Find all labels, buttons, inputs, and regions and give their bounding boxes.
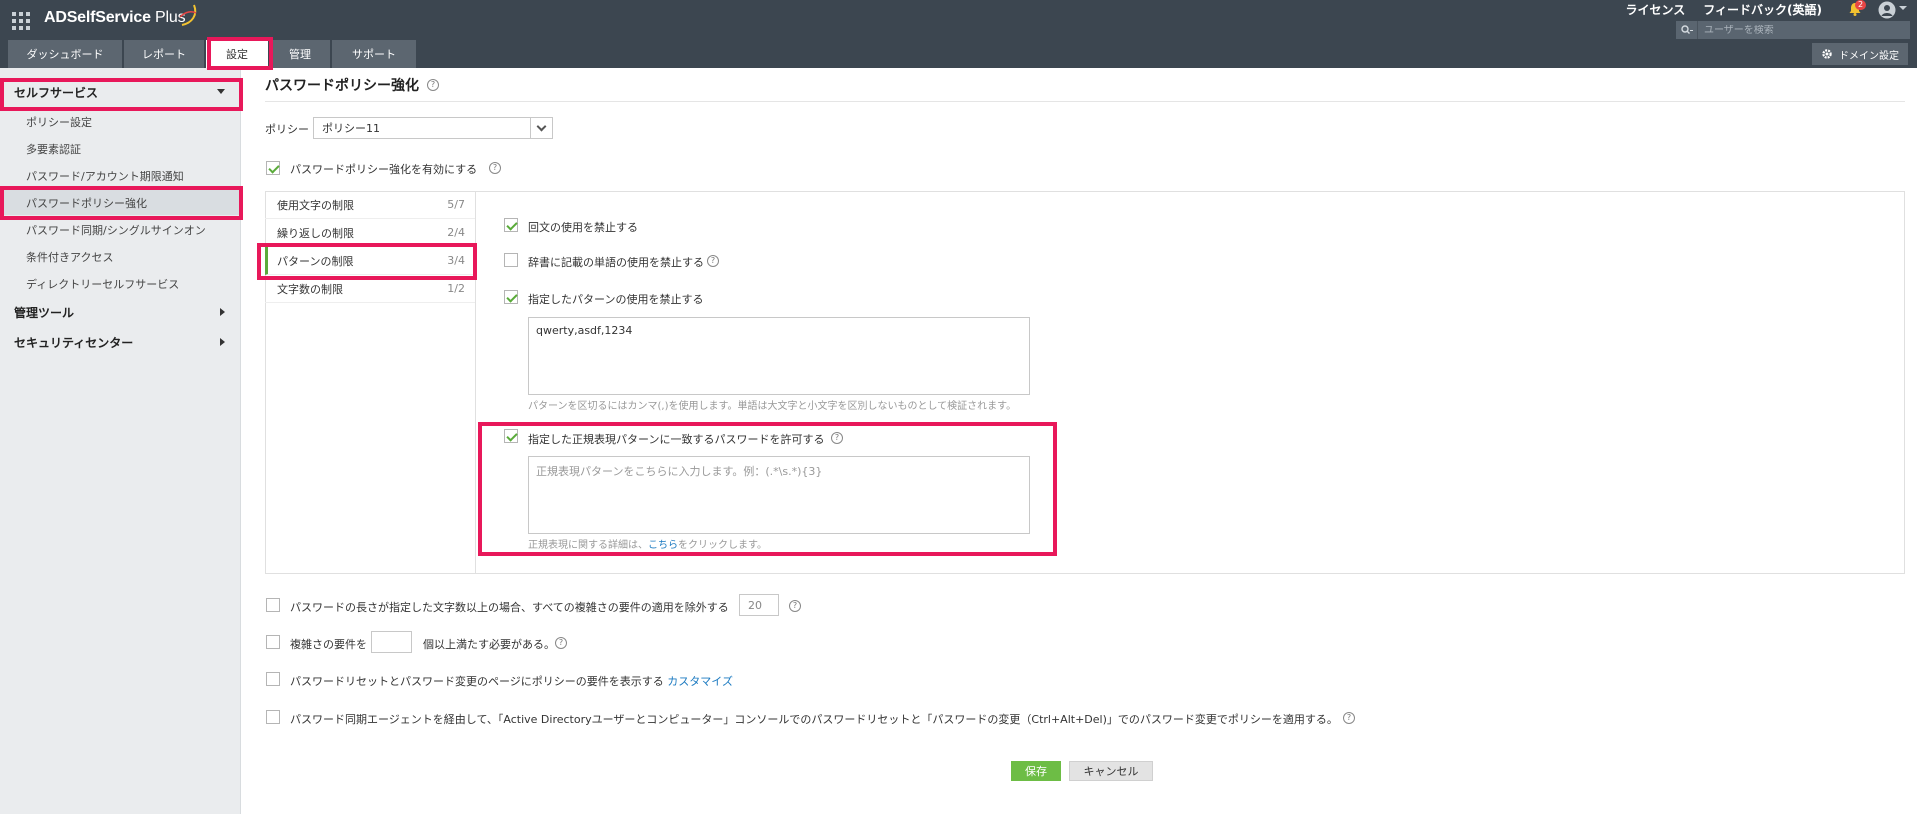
rule-nav-label: 使用文字の制限 (277, 198, 354, 212)
page-title: パスワードポリシー強化 ? (265, 75, 439, 95)
sidebar-group-label: 管理ツール (14, 305, 75, 320)
sidebar-item-password-policy[interactable]: パスワードポリシー強化 (0, 190, 241, 215)
complexity-prefix-label: 複雑さの要件を (290, 638, 367, 651)
rule-nav-char-restriction[interactable]: 使用文字の制限 5/7 (265, 191, 475, 219)
logo-swoosh-icon (179, 4, 197, 26)
policy-select-value: ポリシー11 (322, 122, 380, 135)
rule-nav-pattern[interactable]: パターンの制限 3/4 (265, 247, 475, 275)
sidebar-item-expiry-notification[interactable]: パスワード/アカウント期限通知 (0, 163, 241, 188)
user-menu-caret-icon[interactable] (1899, 6, 1907, 10)
sidebar-item-mfa[interactable]: 多要素認証 (0, 136, 241, 161)
regex-allow-label: 指定した正規表現パターンに一致するパスワードを許可する (528, 433, 825, 446)
sidebar-group-security-center[interactable]: セキュリティセンター (0, 328, 241, 356)
gear-icon (1822, 49, 1832, 59)
sidebar-group-admin-tools[interactable]: 管理ツール (0, 298, 241, 326)
palindrome-checkbox[interactable] (504, 218, 518, 232)
sidebar-group-self-service[interactable]: セルフサービス (0, 78, 241, 106)
sync-agent-checkbox[interactable] (266, 710, 280, 724)
sidebar-item-conditional-access[interactable]: 条件付きアクセス (0, 244, 241, 269)
regex-textarea[interactable] (528, 456, 1030, 534)
chevron-down-icon[interactable] (530, 118, 552, 138)
cancel-button[interactable]: キャンセル (1069, 761, 1153, 781)
regex-allow-checkbox[interactable] (504, 429, 518, 443)
regex-help-link[interactable]: こちら (648, 540, 678, 551)
chevron-down-icon (217, 89, 225, 94)
page-title-text: パスワードポリシー強化 (265, 78, 419, 94)
chevron-right-icon (220, 308, 225, 316)
tab-support[interactable]: サポート (332, 40, 416, 68)
rule-nav-label: 繰り返しの制限 (277, 226, 354, 240)
sidebar-item-policy-settings[interactable]: ポリシー設定 (0, 109, 241, 134)
user-avatar-icon[interactable] (1878, 1, 1896, 19)
policy-select[interactable]: ポリシー11 (313, 117, 553, 139)
rules-panel (265, 191, 1905, 574)
rules-nav: 使用文字の制限 5/7 繰り返しの制限 2/4 パターンの制限 3/4 文字数の… (265, 191, 476, 574)
rule-nav-label: パターンの制限 (277, 254, 354, 268)
sidebar: セルフサービス ポリシー設定 多要素認証 パスワード/アカウント期限通知 パスワ… (0, 68, 241, 814)
help-icon[interactable]: ? (489, 162, 501, 174)
sidebar-item-directory-self-service[interactable]: ディレクトリーセルフサービス (0, 271, 241, 296)
app-logo: ADSelfService Plus (44, 9, 186, 26)
help-icon[interactable]: ? (427, 79, 439, 91)
sidebar-group-label: セルフサービス (14, 85, 99, 100)
help-icon[interactable]: ? (707, 255, 719, 267)
tab-settings[interactable]: 設定 (206, 40, 268, 68)
help-icon[interactable]: ? (1343, 712, 1355, 724)
enable-policy-checkbox[interactable] (266, 161, 280, 175)
notification-badge: 2 (1855, 0, 1867, 10)
tab-dashboard[interactable]: ダッシュボード (8, 40, 122, 68)
rule-nav-length[interactable]: 文字数の制限 1/2 (265, 275, 475, 303)
regex-hint: 正規表現に関する詳細は、こちらをクリックします。 (528, 540, 767, 551)
search-icon[interactable] (1676, 21, 1698, 39)
rule-nav-count: 3/4 (447, 254, 465, 267)
tab-admin[interactable]: 管理 (270, 40, 330, 68)
dictionary-label: 辞書に記載の単語の使用を禁止する (528, 256, 704, 269)
rule-nav-count: 1/2 (447, 282, 465, 295)
sidebar-item-password-sync[interactable]: パスワード同期/シングルサインオン (0, 217, 241, 242)
domain-settings-label: ドメイン設定 (1839, 50, 1899, 62)
rule-nav-count: 2/4 (447, 226, 465, 239)
enable-policy-label: パスワードポリシー強化を有効にする (290, 163, 478, 176)
length-exempt-label: パスワードの長さが指定した文字数以上の場合、すべての複雑さの要件の適用を除外する (290, 601, 729, 614)
sidebar-group-label: セキュリティセンター (14, 335, 134, 350)
save-button[interactable]: 保存 (1011, 761, 1061, 781)
divider (265, 101, 1905, 102)
top-bar: ADSelfService Plus ライセンス フィードバック(英語) 2 ダ… (0, 0, 1917, 68)
show-policy-checkbox[interactable] (266, 672, 280, 686)
rule-nav-count: 5/7 (447, 198, 465, 211)
app-grid-icon[interactable] (12, 12, 30, 30)
complexity-count-input[interactable] (371, 631, 412, 653)
pattern-textarea[interactable] (528, 317, 1030, 395)
license-link[interactable]: ライセンス (1626, 1, 1686, 18)
main-tabs: ダッシュボード レポート 設定 管理 サポート (8, 40, 416, 68)
domain-settings-button[interactable]: ドメイン設定 (1812, 43, 1908, 65)
sync-agent-label: パスワード同期エージェントを経由して、「Active Directoryユーザー… (290, 713, 1338, 726)
help-icon[interactable]: ? (831, 432, 843, 444)
user-search (1676, 21, 1910, 39)
rule-nav-repetition[interactable]: 繰り返しの制限 2/4 (265, 219, 475, 247)
tab-reports[interactable]: レポート (124, 40, 204, 68)
dictionary-checkbox[interactable] (504, 253, 518, 267)
top-links: ライセンス フィードバック(英語) (1626, 1, 1823, 18)
help-icon[interactable]: ? (555, 637, 567, 649)
complexity-suffix-label: 個以上満たす必要がある。 (423, 638, 555, 651)
complexity-checkbox[interactable] (266, 635, 280, 649)
chevron-right-icon (220, 338, 225, 346)
rule-nav-label: 文字数の制限 (277, 282, 343, 296)
pattern-hint: パターンを区切るにはカンマ(,)を使用します。単語は大文字と小文字を区別しないも… (528, 401, 1017, 412)
specified-pattern-label: 指定したパターンの使用を禁止する (528, 293, 704, 306)
customize-link[interactable]: カスタマイズ (667, 675, 733, 688)
user-search-input[interactable] (1698, 24, 1898, 36)
policy-label: ポリシー (265, 123, 309, 136)
show-policy-label: パスワードリセットとパスワード変更のページにポリシーの要件を表示する カスタマイ… (290, 675, 733, 688)
length-exempt-input[interactable]: 20 (739, 594, 779, 616)
specified-pattern-checkbox[interactable] (504, 290, 518, 304)
palindrome-label: 回文の使用を禁止する (528, 221, 638, 234)
feedback-link[interactable]: フィードバック(英語) (1703, 1, 1822, 18)
help-icon[interactable]: ? (789, 600, 801, 612)
length-exempt-checkbox[interactable] (266, 598, 280, 612)
